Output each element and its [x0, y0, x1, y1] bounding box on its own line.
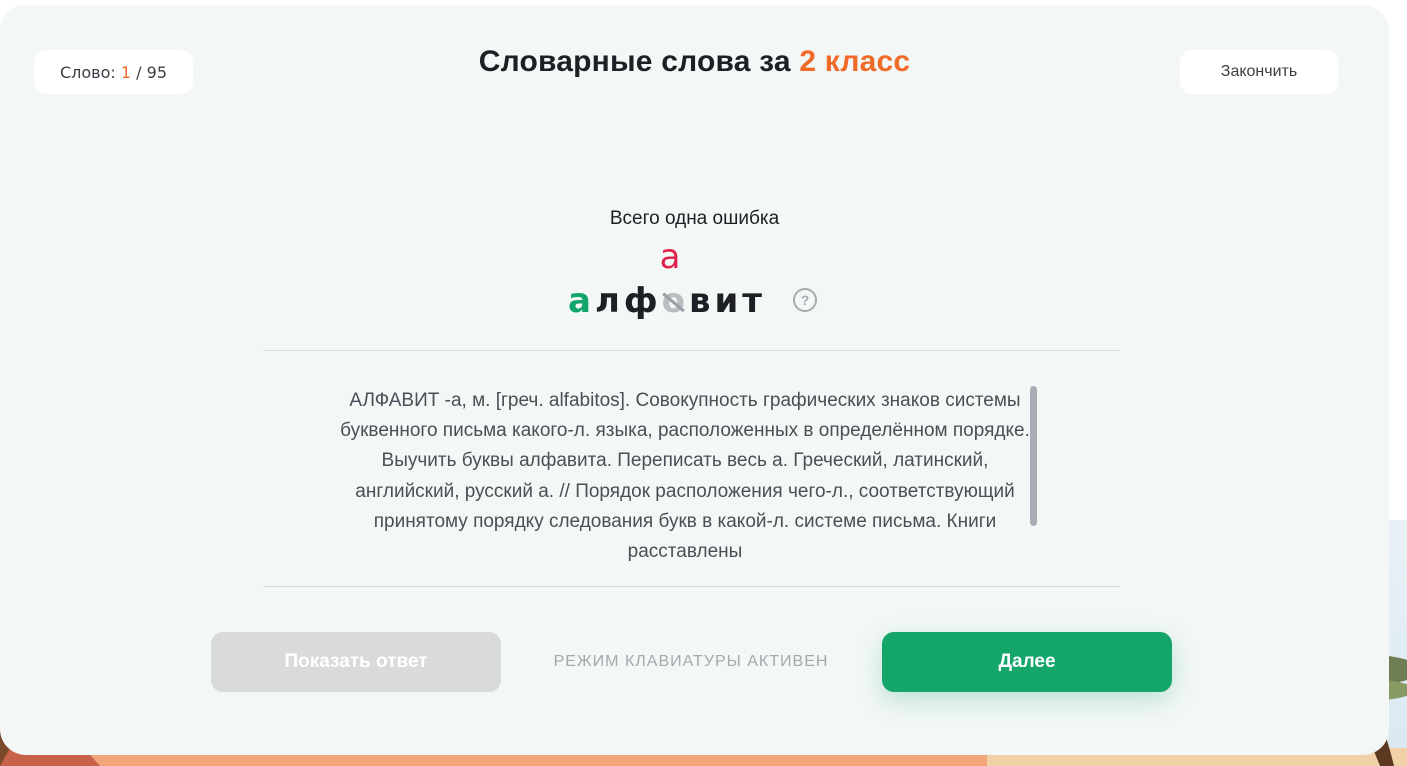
target-word: а лф о а вит — [568, 237, 766, 321]
word-correct-prefix: а — [568, 281, 595, 321]
word-error-slot[interactable]: о а — [660, 237, 689, 321]
help-icon[interactable]: ? — [793, 288, 817, 312]
keyboard-mode-status: РЕЖИМ КЛАВИАТУРЫ АКТИВЕН — [553, 653, 829, 670]
title-main: Словарные слова за — [478, 45, 791, 78]
title-accent: 2 класс — [799, 45, 911, 78]
finish-button[interactable]: Закончить — [1180, 50, 1338, 94]
show-answer-button[interactable]: Показать ответ — [211, 632, 501, 692]
task-hint: Всего одна ошибка — [609, 208, 780, 229]
word-definition: АЛФАВИТ -а, м. [греч. alfabitos]. Совоку… — [340, 390, 1030, 563]
word-correct-letter: а — [659, 237, 685, 277]
word-prefix: лф — [594, 281, 662, 321]
definition-scrollbar[interactable] — [1030, 386, 1037, 526]
next-button[interactable]: Далее — [882, 632, 1172, 692]
divider-bottom — [263, 586, 1120, 587]
game-card: Слово: 1 / 95 Словарные слова за 2 класс… — [0, 5, 1389, 755]
divider-top — [263, 350, 1120, 351]
word-suffix: вит — [688, 281, 766, 321]
